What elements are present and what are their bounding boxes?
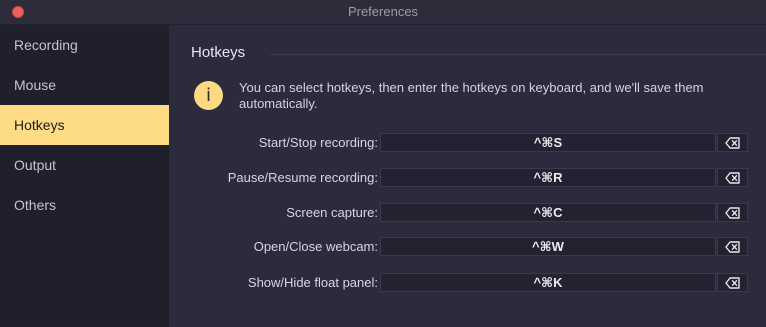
window-title: Preferences [347,4,419,19]
hotkey-label: Open/Close webcam: [253,239,378,254]
sidebar-item-output[interactable]: Output [0,145,169,185]
hotkey-field-pause-resume[interactable]: ^⌘R [380,168,716,187]
hotkey-row-screen-capture: Screen capture: ^⌘C [169,203,766,222]
hotkey-row-webcam: Open/Close webcam: ^⌘W [169,237,766,256]
sidebar-item-mouse[interactable]: Mouse [0,65,169,105]
clear-hotkey-button[interactable] [717,203,748,222]
preferences-window: Preferences Recording Mouse Hotkeys Outp… [0,0,766,327]
clear-hotkey-button[interactable] [717,133,748,152]
clear-hotkey-button[interactable] [717,237,748,256]
hotkey-row-float-panel: Show/Hide float panel: ^⌘K [169,273,766,292]
hotkeys-panel: Hotkeys i You can select hotkeys, then e… [169,25,766,327]
sidebar-item-hotkeys[interactable]: Hotkeys [0,105,169,145]
clear-hotkey-button[interactable] [717,168,748,187]
hotkey-field-webcam[interactable]: ^⌘W [380,237,716,256]
backspace-icon [725,137,740,149]
backspace-icon [725,207,740,219]
sidebar-item-others[interactable]: Others [0,185,169,225]
info-text: You can select hotkeys, then enter the h… [239,80,704,111]
title-bar[interactable]: Preferences [0,0,766,25]
info-icon: i [194,81,223,110]
sidebar-item-recording[interactable]: Recording [0,25,169,65]
hotkey-field-screen-capture[interactable]: ^⌘C [380,203,716,222]
hotkey-label: Screen capture: [286,205,378,220]
backspace-icon [725,172,740,184]
section-divider [270,54,766,55]
sidebar: Recording Mouse Hotkeys Output Others [0,25,169,327]
hotkey-field-start-stop[interactable]: ^⌘S [380,133,716,152]
backspace-icon [725,277,740,289]
hotkey-row-start-stop: Start/Stop recording: ^⌘S [169,133,766,152]
hotkey-row-pause-resume: Pause/Resume recording: ^⌘R [169,168,766,187]
hotkey-label: Pause/Resume recording: [227,170,378,185]
hotkey-field-float-panel[interactable]: ^⌘K [380,273,716,292]
clear-hotkey-button[interactable] [717,273,748,292]
backspace-icon [725,241,740,253]
hotkey-label: Start/Stop recording: [258,135,378,150]
hotkey-label: Show/Hide float panel: [247,275,378,290]
section-title: Hotkeys [191,44,246,61]
